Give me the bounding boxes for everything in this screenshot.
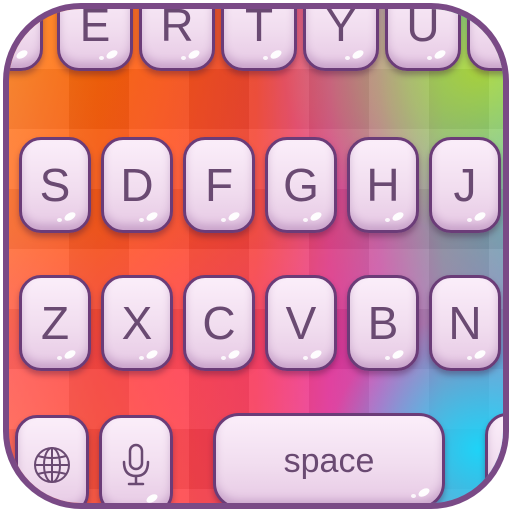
key-v[interactable]: V (265, 275, 337, 371)
key-h[interactable]: H (347, 137, 419, 233)
key-label: D (120, 159, 154, 211)
app-icon: E R T Y U S D F G H J Z X C V B N space (3, 3, 509, 509)
key-z[interactable]: Z (19, 275, 91, 371)
key-label: S (39, 159, 71, 211)
key-y[interactable]: Y (303, 3, 379, 71)
key-label: G (283, 159, 319, 211)
key-s[interactable]: S (19, 137, 91, 233)
key-partial-bottom-right[interactable] (485, 413, 503, 503)
space-key[interactable]: space (213, 413, 445, 503)
globe-key[interactable] (15, 415, 89, 503)
key-label: T (244, 3, 274, 51)
key-d[interactable]: D (101, 137, 173, 233)
globe-icon (34, 447, 70, 483)
key-label: V (285, 297, 317, 349)
key-label: Z (40, 297, 70, 349)
key-t[interactable]: T (221, 3, 297, 71)
microphone-key[interactable] (99, 415, 173, 503)
space-label: space (283, 441, 375, 480)
key-c[interactable]: C (183, 275, 255, 371)
key-label: Y (325, 3, 357, 51)
microphone-icon (122, 443, 150, 486)
key-r[interactable]: R (139, 3, 215, 71)
key-e[interactable]: E (57, 3, 133, 71)
key-g[interactable]: G (265, 137, 337, 233)
key-f[interactable]: F (183, 137, 255, 233)
key-label: B (367, 297, 399, 349)
key-partial-left[interactable] (9, 9, 43, 71)
key-label: F (204, 159, 234, 211)
key-label: X (121, 297, 153, 349)
key-b[interactable]: B (347, 275, 419, 371)
key-label: E (79, 3, 111, 51)
key-x[interactable]: X (101, 275, 173, 371)
key-n[interactable]: N (429, 275, 501, 371)
key-label: R (160, 3, 194, 51)
key-label: H (366, 159, 400, 211)
key-label: C (202, 297, 236, 349)
key-u[interactable]: U (385, 3, 461, 71)
key-label: U (406, 3, 440, 51)
key-label: N (448, 297, 482, 349)
key-label: J (453, 159, 477, 211)
key-j[interactable]: J (429, 137, 501, 233)
key-partial-right[interactable] (467, 9, 503, 71)
